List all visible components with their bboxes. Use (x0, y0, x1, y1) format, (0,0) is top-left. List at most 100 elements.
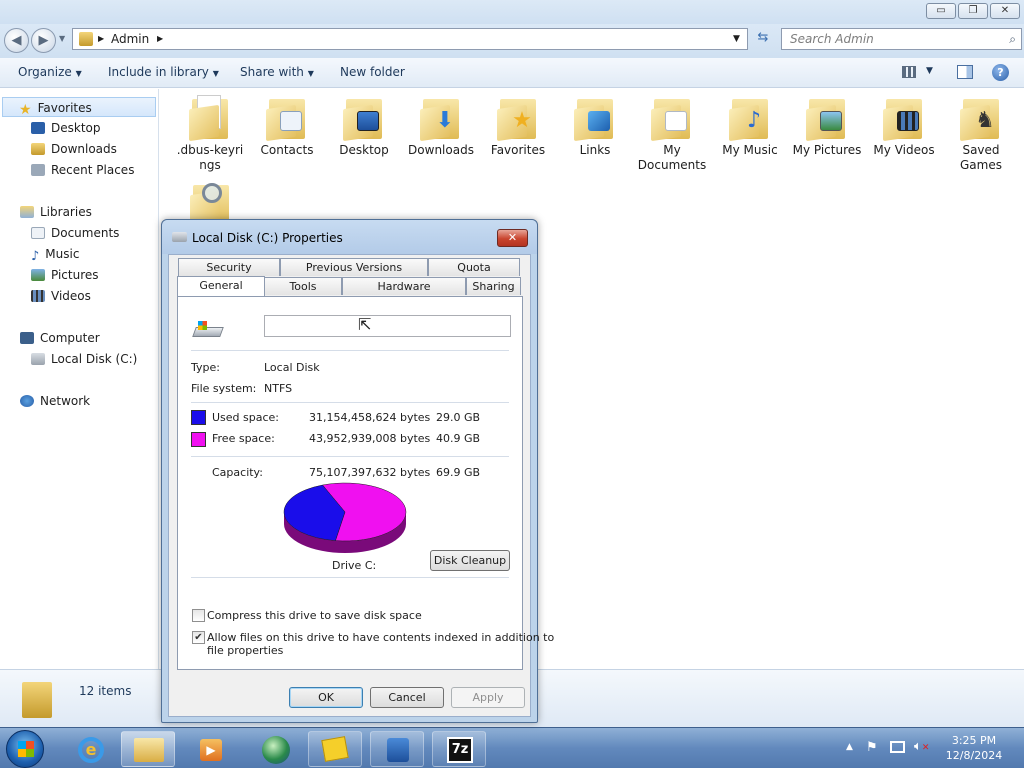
address-dropdown-icon[interactable]: ▼ (733, 29, 740, 49)
nav-item-network[interactable]: Network (0, 391, 158, 411)
recent-pages-chevron-icon[interactable]: ▼ (59, 34, 65, 43)
nav-item-computer[interactable]: Computer (0, 328, 158, 348)
tab-hardware[interactable]: Hardware (342, 277, 466, 295)
tab-general[interactable]: General (177, 276, 265, 296)
taskbar-globe-app[interactable] (248, 731, 302, 767)
folder-item[interactable]: Desktop (324, 95, 404, 158)
taskbar-network-app[interactable] (370, 731, 424, 767)
drive-icon (192, 319, 224, 341)
libraries-icon (20, 206, 34, 218)
taskbar-internet-explorer[interactable]: e (63, 731, 117, 767)
free-space-label: Free space: (212, 432, 275, 445)
videos-icon (31, 290, 45, 302)
tab-quota[interactable]: Quota (428, 258, 520, 276)
tab-sharing[interactable]: Sharing (466, 277, 521, 295)
breadcrumb-arrow-icon[interactable]: ▶ (157, 29, 163, 49)
nav-item-pictures[interactable]: Pictures (0, 265, 158, 285)
folder-icon (266, 95, 308, 142)
nav-item-documents[interactable]: Documents (0, 223, 158, 243)
maximize-button[interactable]: ❐ (958, 3, 988, 19)
dialog-title-bar[interactable]: Local Disk (C:) Properties ✕ (162, 220, 537, 254)
tab-security[interactable]: Security (178, 258, 280, 276)
folder-icon (574, 95, 616, 142)
network-status-icon[interactable] (890, 741, 905, 753)
folder-item[interactable]: ★ Favorites (478, 95, 558, 158)
clock-time: 3:25 PM (951, 734, 997, 747)
organize-menu[interactable]: Organize ▼ (18, 65, 82, 79)
folder-item[interactable]: ⬇ Downloads (401, 95, 481, 158)
used-space-gb: 29.0 GB (436, 411, 481, 424)
share-with-menu[interactable]: Share with ▼ (240, 65, 314, 79)
folder-icon: ♪ (729, 95, 771, 142)
nav-item-favorites[interactable]: ★ Favorites (2, 97, 156, 117)
view-options-icon[interactable] (902, 66, 916, 78)
star-icon: ★ (512, 108, 532, 133)
new-folder-button[interactable]: New folder (340, 65, 405, 79)
folder-item[interactable]: Links (555, 95, 635, 158)
nav-item-desktop[interactable]: Desktop (0, 118, 158, 138)
folder-item[interactable]: My Pictures (787, 95, 867, 158)
dialog-close-button[interactable]: ✕ (497, 229, 528, 247)
nav-item-music[interactable]: ♪ Music (0, 244, 158, 264)
divider (191, 577, 509, 578)
tab-previous-versions[interactable]: Previous Versions (280, 258, 428, 276)
monitor-icon (357, 111, 379, 131)
cancel-button[interactable]: Cancel (370, 687, 444, 708)
folder-label: Desktop (339, 143, 389, 157)
close-window-button[interactable]: ✕ (990, 3, 1020, 19)
folder-item[interactable]: My Videos (864, 95, 944, 158)
file-system-value: NTFS (264, 382, 293, 395)
nav-item-libraries[interactable]: Libraries (0, 202, 158, 222)
capacity-bytes: 75,107,397,632 bytes (309, 466, 431, 479)
folder-item[interactable]: Contacts (247, 95, 327, 158)
action-center-flag-icon[interactable]: ⚑ (866, 740, 878, 755)
help-icon[interactable]: ? (992, 64, 1009, 81)
nav-item-downloads[interactable]: Downloads (0, 139, 158, 159)
breadcrumb-arrow-icon[interactable]: ▶ (98, 29, 104, 49)
nav-item-videos[interactable]: Videos (0, 286, 158, 306)
magnifier-icon (202, 183, 222, 203)
searches-folder-item[interactable] (190, 181, 232, 228)
breadcrumb-admin[interactable]: Admin (111, 29, 149, 49)
forward-button[interactable]: ▶ (31, 28, 56, 53)
show-hidden-icons-icon[interactable]: ▲ (846, 742, 853, 752)
ok-button[interactable]: OK (289, 687, 363, 708)
include-in-library-menu[interactable]: Include in library ▼ (108, 65, 219, 79)
taskbar-7zip[interactable]: 7z (432, 731, 486, 767)
tab-tools[interactable]: Tools (264, 277, 342, 295)
folder-item[interactable]: ♞ Saved Games (941, 95, 1021, 173)
taskbar: e ▶ 7z ▲ ⚑ 🔈︎✕ 3:25 PM 12/8/2024 (0, 727, 1024, 768)
back-button[interactable]: ◀ (4, 28, 29, 53)
nav-item-recent-places[interactable]: Recent Places (0, 160, 158, 180)
folder-item[interactable]: My Documents (632, 95, 712, 173)
folder-item[interactable]: .dbus-keyri ngs (170, 95, 250, 173)
taskbar-windows-explorer[interactable] (121, 731, 175, 767)
index-label-line2[interactable]: file properties (207, 644, 283, 657)
address-bar[interactable]: ▶ Admin ▶ ▼ (72, 28, 748, 50)
search-input[interactable]: Search Admin ⌕ (781, 28, 1022, 50)
index-label-line1[interactable]: Allow files on this drive to have conten… (207, 631, 554, 644)
free-space-gb: 40.9 GB (436, 432, 481, 445)
disk-cleanup-button[interactable]: Disk Cleanup (430, 550, 510, 571)
search-icon[interactable]: ⌕ (1009, 29, 1016, 49)
compress-label[interactable]: Compress this drive to save disk space (207, 609, 422, 622)
navigation-pane: ★ Favorites Desktop Downloads Recent Plac… (0, 89, 159, 727)
clock[interactable]: 3:25 PM 12/8/2024 (944, 733, 1004, 763)
taskbar-notes-app[interactable] (308, 731, 362, 767)
index-checkbox[interactable]: ✔ (192, 631, 205, 644)
downloads-folder-icon (31, 143, 45, 155)
compress-checkbox[interactable] (192, 609, 205, 622)
taskbar-media-player[interactable]: ▶ (183, 731, 237, 767)
folder-icon: ♞ (960, 95, 1002, 142)
volume-label-input[interactable] (264, 315, 511, 337)
start-button[interactable] (6, 730, 44, 768)
minimize-button[interactable]: ▭ (926, 3, 956, 19)
view-dropdown-icon[interactable]: ▼ (926, 66, 933, 76)
refresh-icon[interactable]: ⇆ (752, 30, 774, 50)
link-arrow-icon (588, 111, 610, 131)
volume-muted-icon[interactable]: 🔈︎✕ (914, 739, 929, 754)
folder-item[interactable]: ♪ My Music (710, 95, 790, 158)
nav-item-local-disk[interactable]: Local Disk (C:) (0, 349, 158, 369)
apply-button[interactable]: Apply (451, 687, 525, 708)
preview-pane-icon[interactable] (957, 65, 973, 79)
